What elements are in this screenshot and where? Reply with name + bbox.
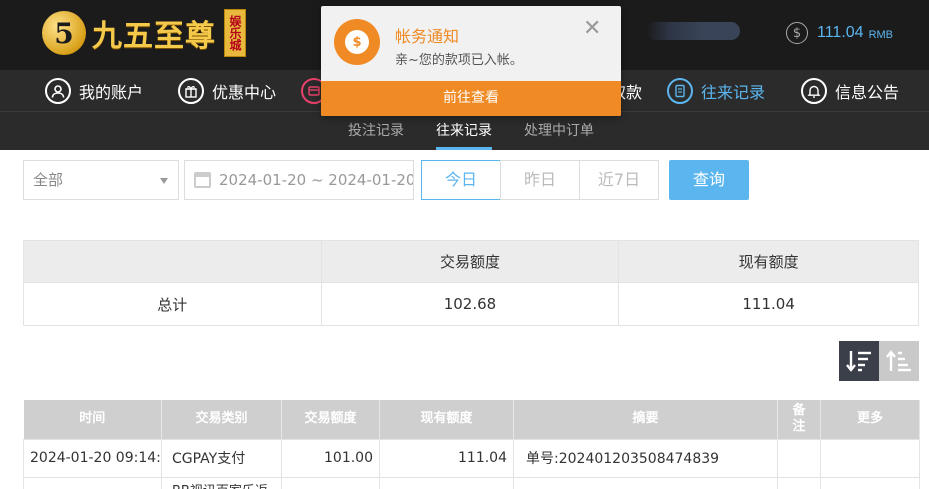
today-button[interactable]: 今日 [421, 160, 501, 200]
column-header-summary: 摘要 [513, 400, 778, 439]
summary-cell: 111.04 [618, 282, 919, 326]
notification-title: 帐务通知 [395, 27, 460, 46]
last-7-days-button[interactable]: 近7日 [579, 160, 659, 200]
column-header-more: 更多 [820, 400, 920, 439]
date-range-value: 2024-01-20 ~ 2024-01-20 [219, 171, 414, 189]
records-header-row: 时间 交易类别 交易额度 现有额度 摘要 备注 更多 [23, 400, 920, 439]
records-table: 时间 交易类别 交易额度 现有额度 摘要 备注 更多 2024-01-20 09… [23, 400, 920, 489]
site-logo[interactable]: 5 九五至尊 娱乐城 [42, 8, 246, 58]
summary-total-row: 总计 102.68 111.04 [23, 282, 919, 326]
column-header-balance: 现有额度 [379, 400, 514, 439]
go-view-button[interactable]: 前往查看 [321, 81, 621, 116]
balance-unit: RMB [868, 28, 894, 41]
tab-pending-orders[interactable]: 处理中订单 [524, 112, 594, 150]
chevron-down-icon [160, 178, 168, 184]
nav-item-label: 优惠中心 [212, 83, 277, 102]
record-icon [667, 78, 693, 104]
money-bag-icon: $ [334, 19, 380, 65]
nav-item-announcements[interactable]: 信息公告 [801, 70, 899, 112]
select-value: 全部 [33, 171, 64, 189]
summary-table: 交易额度 现有额度 总计 102.68 111.04 [23, 240, 919, 326]
dollar-coin-icon: $ [786, 22, 808, 44]
tab-transaction-records[interactable]: 往来记录 [436, 112, 492, 150]
sort-descending-button[interactable] [839, 341, 879, 381]
sort-ascending-icon [886, 350, 911, 372]
nav-item-records[interactable]: 往来记录 [667, 70, 765, 112]
column-header-note: 备注 [777, 400, 821, 439]
username-masked [646, 22, 740, 40]
summary-header-cell [23, 240, 322, 283]
summary-cell: 总计 [23, 282, 322, 326]
table-row[interactable]: 2024-01-20 09:14:07 CGPAY支付 101.00 111.0… [23, 438, 920, 478]
summary-header-cell: 现有额度 [618, 240, 919, 283]
table-row[interactable]: BB视讯百家乐返 [23, 476, 920, 489]
nav-item-promotions[interactable]: 优惠中心 [178, 70, 276, 112]
bell-icon [801, 78, 827, 104]
account-notification-popup: $ 帐务通知 亲~您的款项已入帐。 ✕ 前往查看 [321, 6, 621, 116]
tab-bet-records[interactable]: 投注记录 [348, 112, 404, 150]
cell-amount: 101.00 [281, 438, 380, 478]
cell-note [777, 438, 821, 478]
summary-cell: 102.68 [320, 282, 620, 326]
nav-item-label: 往来记录 [701, 83, 766, 102]
logo-badge: 娱乐城 [224, 9, 246, 57]
close-icon[interactable]: ✕ [583, 18, 601, 40]
sort-ascending-button[interactable] [879, 341, 919, 381]
transaction-type-select[interactable]: 全部 [23, 160, 179, 200]
query-button[interactable]: 查询 [669, 160, 749, 200]
balance-display: $ 111.04 RMB [786, 21, 893, 45]
sub-nav: 投注记录 往来记录 处理中订单 [0, 112, 929, 150]
cell-balance: 111.04 [379, 438, 514, 478]
logo-text: 九五至尊 [92, 19, 216, 54]
money-symbol-icon: $ [345, 30, 369, 54]
column-header-time: 时间 [23, 400, 162, 439]
cell-summary: 单号:202401203508474839 [513, 438, 778, 478]
yesterday-button[interactable]: 昨日 [500, 160, 580, 200]
column-header-type: 交易类别 [161, 400, 282, 439]
cell-more[interactable] [820, 476, 920, 489]
cell-note [777, 476, 821, 489]
summary-header-cell: 交易额度 [320, 240, 620, 283]
cell-type: CGPAY支付 [161, 438, 282, 478]
summary-header-row: 交易额度 现有额度 [23, 240, 919, 283]
cell-time [23, 476, 162, 489]
sort-descending-icon [846, 351, 871, 372]
column-header-amount: 交易额度 [281, 400, 380, 439]
cell-type: BB视讯百家乐返 [161, 476, 282, 489]
cell-more[interactable] [820, 438, 920, 478]
cell-time: 2024-01-20 09:14:07 [23, 438, 162, 478]
calendar-icon [194, 172, 211, 188]
notification-message: 亲~您的款项已入帐。 [395, 53, 523, 68]
nav-item-label: 我的账户 [79, 83, 144, 102]
gift-icon [178, 78, 204, 104]
logo-mark: 5 [42, 11, 86, 55]
user-icon [45, 78, 71, 104]
cell-balance [379, 476, 514, 489]
cell-amount [281, 476, 380, 489]
date-range-input[interactable]: 2024-01-20 ~ 2024-01-20 [184, 160, 414, 200]
balance-amount: 111.04 [817, 24, 864, 41]
cell-summary [513, 476, 778, 489]
nav-item-my-account[interactable]: 我的账户 [45, 70, 143, 112]
nav-item-label: 信息公告 [835, 83, 900, 102]
